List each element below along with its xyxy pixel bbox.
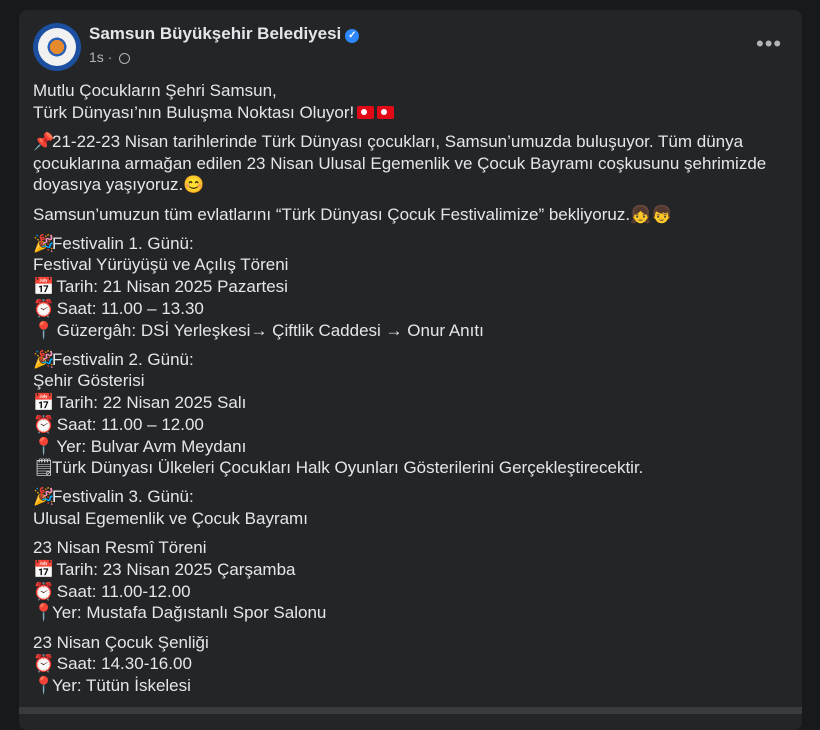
globe-icon xyxy=(119,53,131,64)
text-line: Saat: 11.00 – 12.00 xyxy=(56,414,204,434)
text-line: 23 Nisan Resmî Töreni xyxy=(33,538,207,558)
clock-icon: ⏰ xyxy=(33,654,55,674)
page-name[interactable]: Samsun Büyükşehir Belediyesi ✓ xyxy=(89,24,360,44)
kids-icon: 👧👦 xyxy=(630,204,673,224)
text-line: Mutlu Çocukların Şehri Samsun, xyxy=(33,81,277,100)
text-line: Festivalin 1. Günü: xyxy=(52,233,194,253)
post-image-preview[interactable] xyxy=(19,707,802,714)
paragraph-invite: Samsun’umuzun tüm evlatlarını “Türk Düny… xyxy=(33,204,793,226)
text-line: 21-22-23 Nisan tarihlerinde Türk Dünyası… xyxy=(52,131,744,151)
post-time[interactable]: 1s xyxy=(89,49,104,65)
text-line: Yer: Bulvar Avm Meydanı xyxy=(56,436,247,456)
page-avatar[interactable] xyxy=(33,23,81,71)
text-line: Festival Yürüyüşü ve Açılış Töreni xyxy=(33,255,289,275)
clock-icon: ⏰ xyxy=(33,298,55,318)
paragraph-festivity: 23 Nisan Çocuk Şenliği ⏰ Saat: 14.30-16.… xyxy=(33,632,793,697)
pushpin-icon: 📍 xyxy=(33,676,55,696)
text-line: Tarih: 22 Nisan 2025 Salı xyxy=(56,393,247,413)
text-line: Tarih: 23 Nisan 2025 Çarşamba xyxy=(56,560,296,580)
text-line: Festivalin 3. Günü: xyxy=(52,487,194,507)
text-line: Yer: Mustafa Dağıstanlı Spor Salonu xyxy=(52,603,327,623)
note-icon: 🗒 xyxy=(33,458,55,478)
party-icon: 🎉 xyxy=(33,487,55,507)
text-line: Saat: 11.00-12.00 xyxy=(56,581,191,601)
calendar-icon: 📅 xyxy=(33,393,55,413)
text-line: Tarih: 21 Nisan 2025 Pazartesi xyxy=(56,277,288,297)
text-line: Saat: 14.30-16.00 xyxy=(56,654,192,674)
text-line: doyasıya yaşıyoruz. xyxy=(33,175,184,195)
clock-icon: ⏰ xyxy=(33,581,55,601)
verified-badge-icon: ✓ xyxy=(345,29,360,43)
smile-icon: 😊 xyxy=(183,175,205,195)
turkey-flag-icon xyxy=(377,105,395,119)
post-text: Mutlu Çocukların Şehri Samsun, Türk Düny… xyxy=(33,80,793,704)
pushpin-icon: 📍 xyxy=(33,436,55,456)
paragraph-intro: Mutlu Çocukların Şehri Samsun, Türk Düny… xyxy=(33,80,793,123)
party-icon: 🎉 xyxy=(33,233,55,253)
text-line: çocuklarına armağan edilen 23 Nisan Ulus… xyxy=(33,153,767,173)
paragraph-announcement: 📌21-22-23 Nisan tarihlerinde Türk Dünyas… xyxy=(33,131,793,196)
text-line: Samsun’umuzun tüm evlatlarını “Türk Düny… xyxy=(33,204,631,224)
more-options-icon[interactable]: ••• xyxy=(756,33,782,55)
calendar-icon: 📅 xyxy=(33,277,55,297)
turkey-flag-icon xyxy=(357,105,375,119)
pushpin-icon: 📍 xyxy=(33,603,55,623)
paragraph-day1: 🎉Festivalin 1. Günü: Festival Yürüyüşü v… xyxy=(33,233,793,342)
text-line: Güzergâh: DSİ Yerleşkesi→ Çiftlik Caddes… xyxy=(56,320,484,340)
author-name[interactable]: Samsun Büyükşehir Belediyesi xyxy=(89,24,341,43)
text-line: Ulusal Egemenlik ve Çocuk Bayramı xyxy=(33,509,308,529)
paragraph-day2: 🎉Festivalin 2. Günü: Şehir Gösterisi 📅 T… xyxy=(33,349,793,479)
text-line: Türk Dünyası’nın Buluşma Noktası Oluyor! xyxy=(33,102,355,122)
text-line: Festivalin 2. Günü: xyxy=(52,349,194,369)
post-meta: 1s · xyxy=(89,49,131,65)
pushpin-icon: 📍 xyxy=(33,320,55,340)
paragraph-day3: 🎉Festivalin 3. Günü: Ulusal Egemenlik ve… xyxy=(33,486,793,529)
clock-icon: ⏰ xyxy=(33,414,55,434)
text-line: Saat: 11.00 – 13.30 xyxy=(56,298,204,318)
logo-icon xyxy=(38,28,76,66)
text-line: Yer: Tütün İskelesi xyxy=(52,676,191,696)
paragraph-ceremony: 23 Nisan Resmî Töreni 📅 Tarih: 23 Nisan … xyxy=(33,537,793,624)
text-line: Şehir Gösterisi xyxy=(33,371,145,391)
calendar-icon: 📅 xyxy=(33,560,55,580)
text-line: Türk Dünyası Ülkeleri Çocukları Halk Oyu… xyxy=(52,458,644,478)
text-line: 23 Nisan Çocuk Şenliği xyxy=(33,632,209,652)
pin-icon: 📌 xyxy=(33,131,55,151)
party-icon: 🎉 xyxy=(33,349,55,369)
